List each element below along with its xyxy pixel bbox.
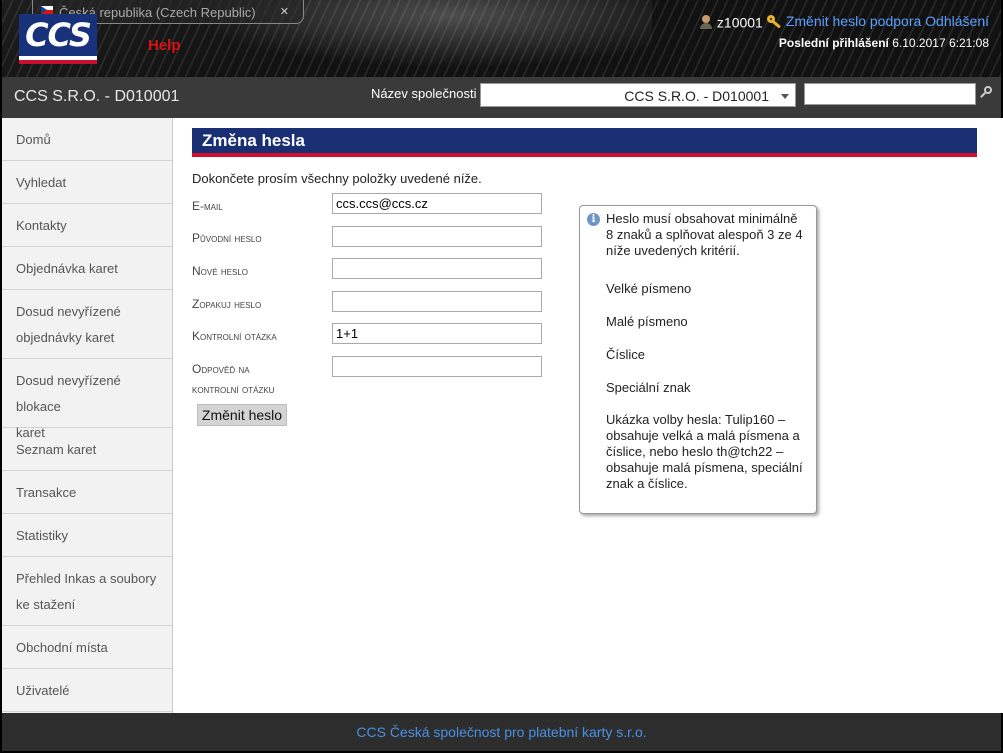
security-question-field[interactable]	[332, 323, 542, 344]
email-field[interactable]	[332, 193, 542, 214]
company-title: CCS S.R.O. - D010001	[14, 88, 180, 105]
security-answer-field[interactable]	[332, 356, 542, 377]
sidebar-item-label: Přehled Inkas a soubory	[16, 571, 157, 586]
help-link[interactable]: Help	[148, 37, 181, 54]
page-title: Změna hesla	[192, 128, 977, 157]
info-icon: i	[587, 213, 600, 226]
sidebar-item-label: Dosud nevyřízené blokace	[16, 373, 121, 414]
sidebar-item-label: Domů	[16, 132, 51, 147]
sidebar-item-label: Uživatelé	[16, 683, 70, 698]
key-icon	[766, 15, 783, 29]
last-login-value: 6.10.2017 6:21:08	[892, 36, 989, 51]
company-select-value: CCS S.R.O. - D010001	[624, 88, 769, 104]
user-area: z10001 Změnit heslo podpora Odhlášení Pos…	[699, 13, 989, 50]
logo-text: CCS	[19, 14, 97, 56]
change-password-link[interactable]: Změnit heslo	[786, 13, 866, 29]
repeat-password-field[interactable]	[332, 291, 542, 312]
password-rules-box: i Heslo musí obsahovat minimálně 8 znaků…	[579, 205, 817, 514]
sidebar-item-label: Vyhledat	[16, 175, 67, 190]
password-rules-intro: Heslo musí obsahovat minimálně 8 znaků a…	[606, 211, 803, 258]
last-login: Poslední přihlášení 6.10.2017 6:21:08	[699, 36, 989, 50]
sidebar-item-search[interactable]: Vyhledat	[2, 161, 172, 204]
company-select-label: Název společnosti	[371, 86, 477, 101]
security-answer-label-line2: kontrolní otázku	[192, 382, 275, 396]
criteria-uppercase: Velké písmeno	[606, 281, 692, 296]
sidebar-item-label: Objednávka karet	[16, 261, 118, 276]
sidebar-item-pending-orders[interactable]: Dosud nevyřízené objednávky karet	[2, 290, 172, 359]
sidebar-item-statistics[interactable]: Statistiky	[2, 514, 172, 557]
criteria-digit: Číslice	[606, 347, 646, 362]
sidebar-item-label: objednávky karet	[16, 330, 115, 345]
logout-link[interactable]: Odhlášení	[925, 13, 989, 29]
sidebar-item-label: Obchodní místa	[16, 640, 108, 655]
sidebar: Domů Vyhledat Kontakty Objednávka karet …	[0, 118, 173, 713]
old-password-label: Původní heslo	[192, 231, 262, 245]
security-answer-label: Odpověď na kontrolní otázku	[192, 359, 274, 399]
new-password-label: Nové heslo	[192, 264, 249, 278]
sidebar-item-label: Dosud nevyřízené	[16, 304, 121, 319]
company-bar: CCS S.R.O. - D010001 Název společnosti C…	[0, 77, 1003, 118]
sidebar-item-merchants[interactable]: Obchodní místa	[2, 626, 172, 669]
criteria-lowercase: Malé písmeno	[606, 314, 688, 329]
repeat-password-label: Zopakuj heslo	[192, 297, 262, 311]
sidebar-item-label: Kontakty	[16, 218, 67, 233]
sidebar-item-label: Statistiky	[16, 528, 69, 543]
sidebar-item-card-order[interactable]: Objednávka karet	[2, 247, 172, 290]
sidebar-item-collections[interactable]: Přehled Inkas a soubory ke stažení	[2, 557, 172, 626]
sidebar-item-contacts[interactable]: Kontakty	[2, 204, 172, 247]
footer: CCS Česká společnost pro platební karty …	[0, 713, 1003, 753]
security-answer-label-line1: Odpověď na	[192, 362, 250, 376]
user-icon	[699, 15, 713, 30]
search-icon[interactable]	[980, 86, 994, 100]
password-example: Ukázka volby hesla: Tulip160 – obsahuje …	[606, 412, 803, 491]
new-password-field[interactable]	[332, 258, 542, 279]
dropdown-icon: ✕	[279, 6, 289, 18]
sidebar-item-label: Transakce	[16, 485, 77, 500]
sidebar-item-pending-blocks[interactable]: Dosud nevyřízené blokace karet	[2, 359, 172, 440]
sidebar-item-label: Seznam karet	[16, 442, 97, 457]
company-select[interactable]: CCS S.R.O. - D010001	[480, 83, 796, 107]
footer-company-link[interactable]: CCS Česká společnost pro platební karty …	[356, 724, 646, 740]
support-link[interactable]: podpora	[870, 13, 921, 29]
change-password-button[interactable]: Změnit heslo	[197, 404, 287, 426]
email-label: E-mail	[192, 199, 223, 213]
security-question-label: Kontrolní otázka	[192, 329, 277, 343]
chevron-down-icon	[781, 94, 789, 99]
last-login-label: Poslední přihlášení	[778, 36, 889, 51]
search-input[interactable]	[804, 83, 976, 105]
username: z10001	[716, 14, 763, 31]
ccs-logo[interactable]: CCS	[19, 14, 97, 64]
sidebar-item-transactions[interactable]: Transakce	[2, 471, 172, 514]
header: Česká republika (Czech Republic) ✕ CCS H…	[0, 0, 1003, 77]
sidebar-item-label: ke stažení	[16, 597, 76, 612]
form-intro: Dokončete prosím všechny položky uvedené…	[192, 171, 482, 186]
sidebar-item-users[interactable]: Uživatelé	[2, 669, 172, 712]
sidebar-item-home[interactable]: Domů	[2, 118, 172, 161]
criteria-special: Speciální znak	[606, 380, 691, 395]
old-password-field[interactable]	[332, 226, 542, 247]
